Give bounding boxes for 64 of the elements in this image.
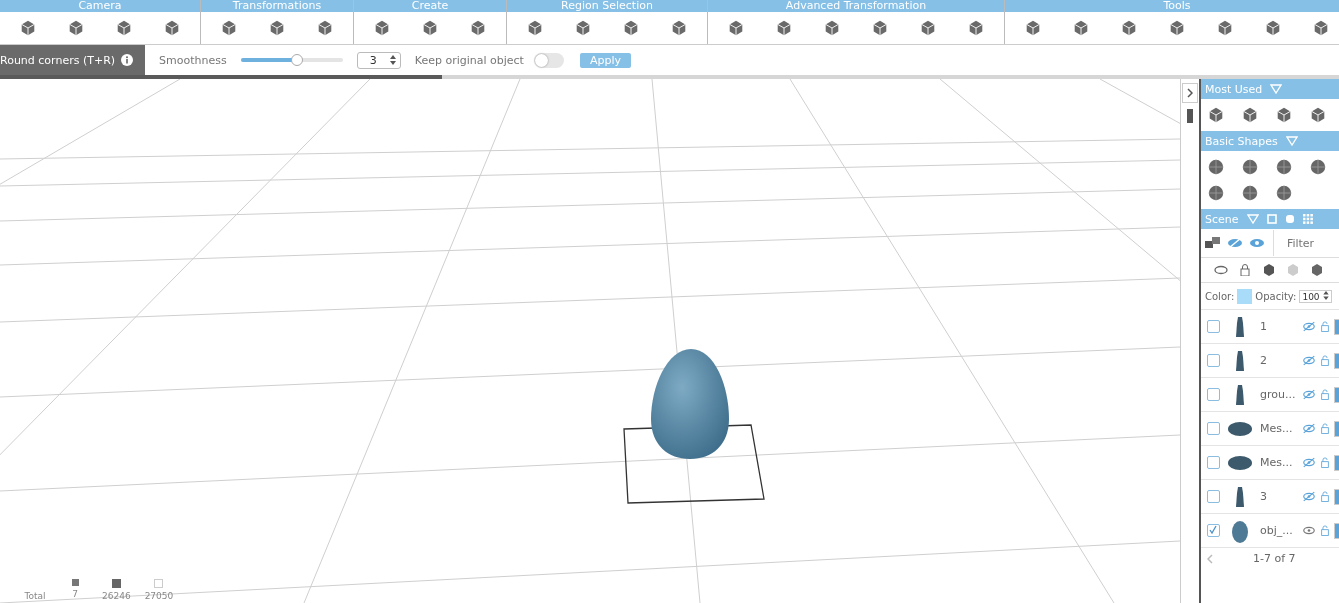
shape-icon[interactable]: [1309, 158, 1327, 176]
group-label: Advanced Transformation: [708, 0, 1004, 12]
square-icon: [71, 579, 79, 586]
checkbox[interactable]: [1207, 354, 1220, 367]
object-name[interactable]: grou...: [1260, 388, 1294, 401]
eye-slash-icon[interactable]: [1302, 423, 1316, 434]
square-icon: [154, 579, 164, 588]
object-name[interactable]: Mes...: [1260, 456, 1294, 469]
stats-value: 26246: [102, 591, 131, 601]
collapse-button[interactable]: [1182, 83, 1198, 103]
stats-value: 7: [72, 589, 78, 599]
shape-icon[interactable]: [1207, 158, 1225, 176]
eye-slash-icon[interactable]: [1302, 389, 1316, 400]
square-icon: [111, 579, 121, 588]
section-title: Basic Shapes: [1205, 134, 1278, 148]
opacity-label: Opacity:: [1255, 290, 1297, 302]
smoothness-input[interactable]: 3: [356, 51, 401, 69]
spinner-arrows-icon[interactable]: [1322, 290, 1329, 300]
stats-value: 27050: [144, 591, 174, 601]
group-label: Transformations: [201, 0, 353, 12]
eye-slash-icon[interactable]: [1302, 457, 1316, 468]
info-icon[interactable]: [121, 54, 134, 66]
group-icon[interactable]: [1205, 237, 1221, 249]
checkbox[interactable]: [1207, 524, 1220, 537]
keep-original-toggle[interactable]: [533, 52, 564, 68]
shape-icon[interactable]: [1275, 158, 1293, 176]
object-name[interactable]: obj_...: [1260, 524, 1294, 537]
stats-label: Total: [24, 591, 46, 601]
checkbox[interactable]: [1207, 490, 1220, 503]
tool-title-text: Round corners (T+R): [0, 53, 116, 67]
scroll-handle[interactable]: [1187, 109, 1193, 123]
section-title: Most Used: [1205, 82, 1263, 96]
eye-icon[interactable]: [1249, 237, 1265, 249]
eye-icon[interactable]: [1302, 525, 1316, 536]
lock-icon[interactable]: [1237, 264, 1253, 276]
shape-icon[interactable]: [1207, 184, 1225, 202]
eye-slash-icon[interactable]: [1302, 491, 1316, 502]
group-label: Camera: [0, 0, 200, 12]
keep-original-label: Keep original object: [414, 53, 524, 67]
object-name[interactable]: 3: [1260, 490, 1294, 503]
color-swatch[interactable]: [1237, 288, 1253, 304]
opacity-input[interactable]: 100: [1299, 289, 1332, 303]
eye-slash-icon[interactable]: [1302, 321, 1316, 332]
spinner-arrows-icon[interactable]: [389, 55, 396, 65]
section-title: Scene: [1205, 212, 1239, 226]
pagination-text: 1-7 of 7: [1253, 552, 1296, 565]
checkbox[interactable]: [1207, 456, 1220, 469]
eye-icon[interactable]: [1213, 264, 1229, 276]
chevron-right-icon[interactable]: [1187, 88, 1193, 98]
checkbox[interactable]: [1207, 388, 1220, 401]
shape-icon[interactable]: [1275, 184, 1293, 202]
object-name[interactable]: Mes...: [1260, 422, 1294, 435]
object-name[interactable]: 2: [1260, 354, 1294, 367]
object-name[interactable]: 1: [1260, 320, 1294, 333]
shape-icon[interactable]: [1241, 184, 1259, 202]
smoothness-label: Smoothness: [159, 53, 227, 67]
shape-icon[interactable]: [1241, 158, 1259, 176]
group-label: Region Selection: [507, 0, 707, 12]
color-label: Color:: [1205, 290, 1235, 302]
group-label: Create: [354, 0, 506, 12]
checkbox[interactable]: [1207, 422, 1220, 435]
checkbox[interactable]: [1207, 320, 1220, 333]
eye-slash-icon[interactable]: [1302, 355, 1316, 366]
group-label: Tools: [1005, 0, 1339, 12]
